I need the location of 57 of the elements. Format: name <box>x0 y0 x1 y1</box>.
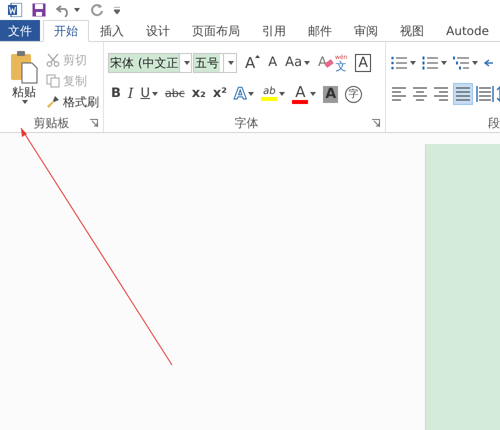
ribbon-tab[interactable]: Autode <box>435 20 500 41</box>
ribbon-tab[interactable]: 审阅 <box>343 20 390 41</box>
caret-icon <box>472 61 478 65</box>
ribbon-tab[interactable]: 设计 <box>135 20 182 41</box>
bold-button[interactable]: B <box>108 84 124 104</box>
caret-icon <box>184 61 190 65</box>
multilevel-list-icon <box>452 55 470 71</box>
up-triangle-icon <box>255 54 260 58</box>
scissors-icon <box>46 53 60 67</box>
ribbon-tab[interactable]: 页面布局 <box>181 20 252 41</box>
justify-icon <box>454 85 472 103</box>
caret-icon <box>441 61 447 65</box>
redo-icon[interactable] <box>90 3 104 17</box>
ribbon-tab[interactable]: 邮件 <box>297 20 344 41</box>
painter-button[interactable]: 格式刷 <box>46 93 99 111</box>
caret-icon <box>410 61 416 65</box>
ribbon-tab[interactable]: 插入 <box>89 20 136 41</box>
group-label: 段 <box>488 115 500 132</box>
font-name-dropdown[interactable]: 宋体 (中文正 <box>108 53 192 73</box>
align-left-icon <box>390 85 408 103</box>
subscript-button[interactable]: x₂ <box>188 84 209 104</box>
bullet-list-icon <box>390 55 408 71</box>
group-label: 剪贴板 <box>34 115 70 132</box>
text-effect-button[interactable]: A <box>230 84 258 104</box>
file-menu-tab[interactable]: 文件 <box>0 20 40 41</box>
align-center-icon <box>411 85 429 103</box>
copy-icon <box>46 74 60 88</box>
superscript-button[interactable]: x² <box>210 84 230 104</box>
ribbon-tab[interactable]: 视图 <box>389 20 436 41</box>
save-icon[interactable] <box>32 3 46 17</box>
ribbon-tab[interactable]: 引用 <box>251 20 298 41</box>
paintbrush-icon <box>46 95 60 109</box>
italic-button[interactable]: I <box>124 84 136 104</box>
caret-icon <box>74 8 80 12</box>
font-size-dropdown[interactable]: 五号 <box>193 53 237 73</box>
align-distributed-button[interactable] <box>476 83 494 105</box>
caret-icon <box>228 61 234 65</box>
change-case-button[interactable]: Aa <box>282 53 314 73</box>
word-logo-icon[interactable] <box>8 3 22 17</box>
dialog-launcher-icon[interactable] <box>90 119 98 127</box>
paste-button[interactable]: 粘贴 <box>6 50 42 114</box>
dialog-launcher-icon[interactable] <box>372 119 380 127</box>
clipboard-icon <box>9 50 39 84</box>
font-color-button[interactable]: A <box>289 84 320 104</box>
customize-toolbar-icon[interactable] <box>114 6 120 14</box>
caret-icon <box>22 100 28 104</box>
distribute-icon <box>476 85 494 103</box>
highlight-button[interactable]: ab <box>258 84 288 104</box>
group-label: 字体 <box>234 115 258 132</box>
strikethrough-button[interactable]: abc <box>162 84 188 104</box>
numbered-list-icon <box>421 55 439 71</box>
align-right-icon <box>432 85 450 103</box>
underline-button[interactable]: U <box>137 84 161 104</box>
grow-font-button[interactable]: A <box>242 53 264 73</box>
ribbon-tab[interactable]: 开始 <box>43 20 90 42</box>
align-justify-button[interactable] <box>453 83 473 105</box>
shrink-font-button[interactable]: A <box>265 53 280 73</box>
